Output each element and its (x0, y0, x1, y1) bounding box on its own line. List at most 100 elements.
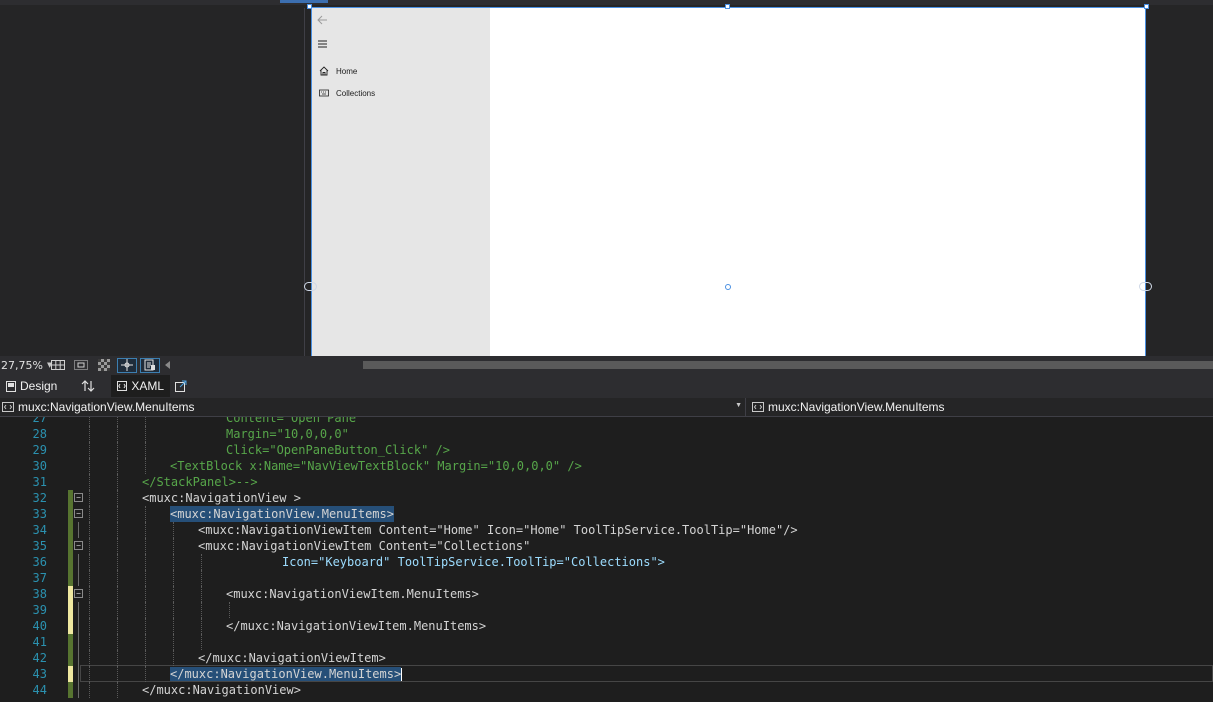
code-text: </muxc:NavigationView> (142, 683, 301, 697)
tab-design[interactable]: Design (0, 375, 63, 397)
line-number: 42 (32, 651, 47, 665)
code-line: 32 − <muxc:NavigationView > (0, 490, 1213, 506)
horizontal-scrollbar-thumb[interactable] (363, 361, 1213, 369)
code-text: </muxc:NavigationView.MenuItems> (170, 666, 403, 682)
line-number: 38 (32, 587, 47, 601)
line-number: 34 (32, 523, 47, 537)
change-indicator (68, 570, 73, 586)
line-number: 44 (32, 683, 47, 697)
code-line: 37 (0, 570, 1213, 586)
xaml-view-icon (117, 381, 128, 391)
code-line: 27 Content="Open Pane" (0, 417, 1213, 426)
nav-left-label: muxc:NavigationView.MenuItems (18, 400, 195, 414)
code-text: <muxc:NavigationView.MenuItems> (170, 506, 394, 522)
keyboard-icon (318, 87, 330, 99)
selected-text: </muxc:NavigationView.MenuItems> (170, 667, 402, 681)
nav-item-label: Home (336, 66, 358, 76)
line-number: 30 (32, 459, 47, 473)
code-line: 44 </muxc:NavigationView> (0, 682, 1213, 698)
swap-panes-button[interactable] (77, 375, 99, 397)
tab-xaml[interactable]: XAML (111, 375, 171, 397)
view-switcher-bar: Design XAML (0, 374, 1213, 398)
popout-icon (175, 380, 187, 392)
line-number: 36 (32, 555, 47, 569)
line-number: 33 (32, 507, 47, 521)
code-toggle-icon (144, 359, 155, 371)
line-number: 43 (32, 667, 47, 681)
toggle-checkerboard-button[interactable] (94, 358, 114, 373)
code-text: </muxc:NavigationViewItem.MenuItems> (226, 619, 487, 633)
code-line: 28 Margin="10,0,0,0" (0, 426, 1213, 442)
document-tab-strip (0, 0, 1213, 5)
line-number: 40 (32, 619, 47, 633)
text-caret (401, 668, 403, 681)
code-line: 36 Icon="Keyboard" ToolTipService.ToolTi… (0, 554, 1213, 570)
center-rotation-handle[interactable] (725, 284, 731, 290)
code-line: 38 − <muxc:NavigationViewItem.MenuItems> (0, 586, 1213, 602)
code-text: Content="Open Pane" (226, 417, 364, 425)
element-navigation-dropdown-left[interactable]: muxc:NavigationView.MenuItems ▼ (0, 398, 746, 417)
change-indicator (68, 538, 73, 554)
zoom-level: 27,75% (1, 358, 43, 372)
code-text: <muxc:NavigationView > (142, 491, 301, 505)
change-indicator (68, 618, 73, 634)
grid-icon (51, 360, 65, 370)
code-line: 40 </muxc:NavigationViewItem.MenuItems> (0, 618, 1213, 634)
line-number: 41 (32, 635, 47, 649)
popout-xaml-button[interactable] (172, 377, 190, 395)
xaml-code-editor[interactable]: 27 Content="Open Pane" 28 Margin="10,0,0… (0, 417, 1213, 702)
designer-zoom-toolbar: 27,75% ▼ (0, 356, 1213, 374)
code-line: 31 </StackPanel>--> (0, 474, 1213, 490)
line-number: 39 (32, 603, 47, 617)
design-view-icon (6, 380, 16, 392)
resize-handle-top-right[interactable] (1144, 4, 1149, 9)
change-indicator (68, 666, 73, 682)
code-line: 41 (0, 634, 1213, 650)
back-arrow-icon[interactable] (317, 15, 328, 28)
line-number: 37 (32, 571, 47, 585)
collapse-toggle-icon[interactable]: − (74, 493, 83, 502)
code-line: 30 <TextBlock x:Name="NavViewTextBlock" … (0, 458, 1213, 474)
line-number: 29 (32, 443, 47, 457)
change-indicator (68, 554, 73, 570)
snap-to-gridlines-button[interactable] (117, 357, 137, 373)
artboard[interactable]: Home Collections (311, 7, 1146, 356)
collapse-toggle-icon[interactable]: − (74, 541, 83, 550)
nav-item-label: Collections (336, 88, 376, 98)
change-indicator (68, 506, 73, 522)
nav-item-home[interactable]: Home (318, 64, 357, 78)
code-text: </StackPanel>--> (142, 475, 258, 489)
code-line: 33 − <muxc:NavigationView.MenuItems> (0, 506, 1213, 522)
scroll-left-arrow-icon[interactable] (165, 360, 173, 370)
tab-xaml-label: XAML (131, 379, 165, 393)
code-text: Icon="Keyboard" ToolTipService.ToolTip="… (282, 555, 665, 569)
hamburger-menu-icon[interactable] (318, 39, 328, 51)
element-navigation-dropdown-right[interactable]: muxc:NavigationView.MenuItems (746, 398, 1213, 417)
resize-handle-left[interactable] (304, 282, 317, 291)
line-number: 28 (32, 427, 47, 441)
line-number: 32 (32, 491, 47, 505)
nav-item-collections[interactable]: Collections (318, 86, 375, 100)
collapse-toggle-icon[interactable]: − (74, 589, 83, 598)
code-line: 35 − <muxc:NavigationViewItem Content="C… (0, 538, 1213, 554)
resize-handle-right[interactable] (1139, 282, 1152, 291)
xaml-element-icon (2, 402, 14, 412)
project-code-toggle-button[interactable] (140, 357, 160, 373)
resize-handle-top[interactable] (725, 4, 730, 9)
active-tab-marker (280, 0, 328, 3)
horizontal-scrollbar[interactable] (188, 360, 1213, 370)
line-number: 35 (32, 539, 47, 553)
navigation-pane-preview[interactable]: Home Collections (312, 8, 490, 356)
code-text: <TextBlock x:Name="NavViewTextBlock" Mar… (170, 459, 582, 473)
resize-handle-top-left[interactable] (307, 4, 312, 9)
collapse-toggle-icon[interactable]: − (74, 509, 83, 518)
change-indicator (68, 634, 73, 650)
code-line: 29 Click="OpenPaneButton_Click" /> (0, 442, 1213, 458)
fit-all-button[interactable] (48, 358, 68, 373)
grid-lines-icon (74, 360, 88, 370)
artboard-guide-line (304, 8, 305, 356)
nav-right-label: muxc:NavigationView.MenuItems (768, 400, 945, 414)
zoom-dropdown[interactable]: 27,75% ▼ (0, 358, 52, 372)
design-surface[interactable]: Home Collections (0, 0, 1213, 356)
toggle-grid-button[interactable] (71, 358, 91, 373)
